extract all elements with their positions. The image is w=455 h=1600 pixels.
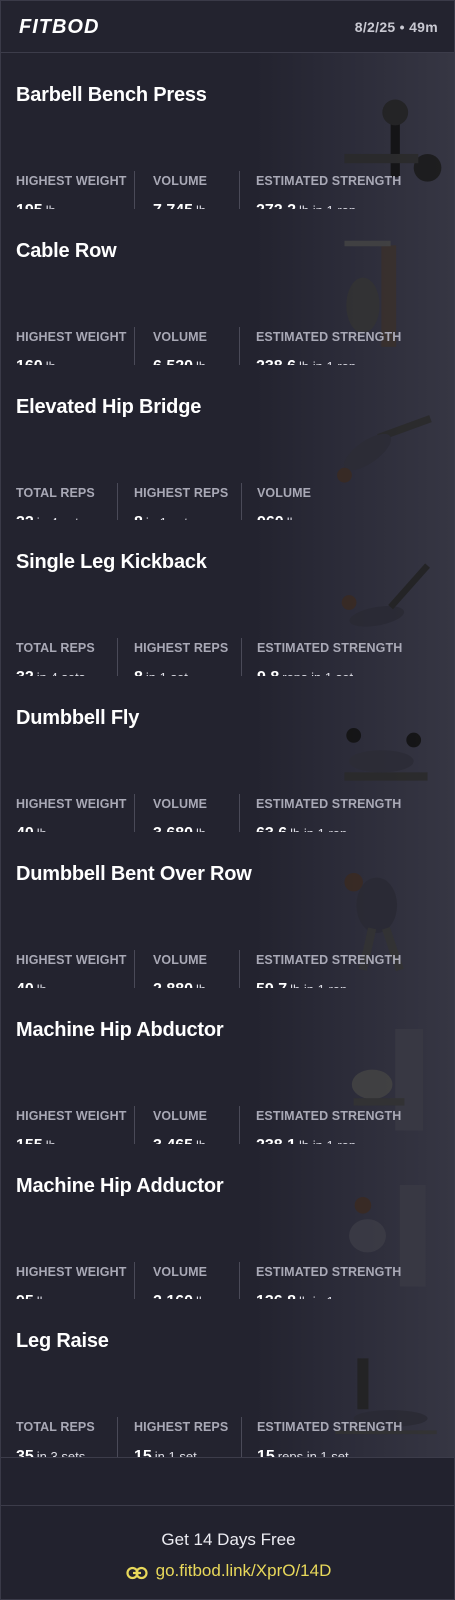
fitbod-logo: FITBOD [19, 16, 100, 38]
stat-label: ESTIMATED STRENGTH [256, 1108, 402, 1123]
stat-label: ESTIMATED STRENGTH [256, 329, 402, 344]
exercise-title: Machine Hip Adductor [16, 1174, 224, 1197]
stat-label: ESTIMATED STRENGTH [257, 641, 403, 656]
stat-label: HIGHEST WEIGHT [16, 1108, 127, 1123]
stat-unit: in 1 set [154, 1449, 197, 1459]
stat-value: 15 [134, 1448, 152, 1459]
stat-label: ESTIMATED STRENGTH [256, 174, 402, 188]
stat-label: VOLUME [257, 485, 312, 500]
exercise-title: Leg Raise [16, 1330, 109, 1353]
stat-divider [239, 326, 240, 367]
workout-date-duration: 8/2/25 • 49m [354, 19, 438, 35]
stat-divider [239, 794, 240, 835]
exercise-title: Elevated Hip Bridge [16, 395, 202, 418]
footer: Get 14 Days Free go.fitbod.link/XprO/14D [1, 1505, 454, 1599]
trial-link[interactable]: go.fitbod.link/XprO/14D [1, 1561, 454, 1581]
stat-divider [241, 1417, 242, 1458]
stat-label: VOLUME [153, 953, 208, 967]
exercise-card[interactable]: Machine Hip Adductor HIGHEST WEIGHT 95 lb VO… [1, 1143, 454, 1303]
stat-value-row: 35 in 3 sets [16, 1448, 86, 1459]
stat-label: VOLUME [153, 329, 208, 344]
stat-value-row: 15 in 1 set [134, 1448, 197, 1459]
exercise-title: Dumbbell Bent Over Row [16, 863, 252, 885]
stat-divider [134, 1105, 135, 1146]
exercise-card[interactable]: Single Leg Kickback TOTAL REPS 32 in 4 sets… [1, 520, 454, 680]
exercise-card[interactable]: Dumbbell Bent Over Row HIGHEST WEIGHT 40 lb… [1, 832, 454, 991]
exercise-title: Barbell Bench Press [16, 84, 207, 106]
stat-label: ESTIMATED STRENGTH [257, 1420, 403, 1435]
stat-label: HIGHEST WEIGHT [16, 1264, 127, 1279]
stat-divider [239, 1261, 240, 1302]
stat-value: 15 [257, 1448, 275, 1459]
workout-summary: FITBOD 8/2/25 • 49m Barbell Bench Press H… [0, 0, 455, 1600]
exercise-card[interactable]: Machine Hip Abductor HIGHEST WEIGHT 155 lb V… [1, 987, 454, 1147]
stat-label: ESTIMATED STRENGTH [256, 797, 402, 812]
stat-label: VOLUME [153, 174, 208, 188]
stat-divider [239, 950, 240, 990]
exercise-title: Cable Row [16, 239, 117, 262]
free-trial-text: Get 14 Days Free [161, 1530, 296, 1549]
stat-label: HIGHEST WEIGHT [16, 174, 127, 188]
stat-label: ESTIMATED STRENGTH [256, 1264, 402, 1279]
stat-unit: in 3 sets [36, 1449, 86, 1459]
stat-divider [134, 171, 135, 211]
stat-value-row: 15 reps in 1 set [257, 1448, 349, 1459]
stat-divider [117, 1417, 118, 1458]
stat-value: 35 [16, 1448, 34, 1459]
header: FITBOD 8/2/25 • 49m [1, 1, 454, 53]
stat-divider [117, 482, 118, 523]
stat-label: HIGHEST REPS [134, 485, 229, 500]
stat-label: TOTAL REPS [16, 485, 95, 500]
exercise-card[interactable]: Dumbbell Fly HIGHEST WEIGHT 40 lb VOLUME 3,68… [1, 676, 454, 836]
exercise-card[interactable]: Barbell Bench Press HIGHEST WEIGHT 195 lb VO… [1, 53, 454, 212]
stat-label: HIGHEST WEIGHT [16, 953, 127, 967]
exercise-title: Single Leg Kickback [16, 551, 207, 574]
exercise-card[interactable]: Leg Raise TOTAL REPS 35 in 3 sets HIGHEST RE… [1, 1299, 454, 1459]
stat-divider [241, 482, 242, 523]
stat-divider [134, 794, 135, 835]
link-icon [126, 1566, 148, 1580]
stat-label: TOTAL REPS [16, 1420, 95, 1435]
stat-label: VOLUME [153, 1108, 208, 1123]
hip-bridge-figure-icon [337, 414, 432, 483]
stat-divider [241, 638, 242, 679]
stat-label: HIGHEST REPS [134, 641, 229, 656]
stat-divider [239, 1105, 240, 1146]
stat-label: HIGHEST WEIGHT [16, 797, 127, 812]
exercise-card[interactable]: Cable Row HIGHEST WEIGHT 160 lb VOLUME 6,520 l… [1, 208, 454, 368]
stat-label: ESTIMATED STRENGTH [256, 953, 402, 967]
stat-label: HIGHEST REPS [134, 1420, 229, 1435]
stat-divider [117, 638, 118, 679]
stat-label: VOLUME [153, 1264, 208, 1279]
stat-label: HIGHEST WEIGHT [16, 329, 127, 344]
exercise-title: Machine Hip Abductor [16, 1018, 224, 1041]
stat-divider [239, 171, 240, 211]
stat-label: TOTAL REPS [16, 641, 95, 656]
stat-label: VOLUME [153, 797, 208, 812]
stat-divider [134, 326, 135, 367]
stat-unit: reps in 1 set [277, 1449, 349, 1459]
stat-divider [134, 1261, 135, 1302]
exercise-card[interactable]: Elevated Hip Bridge TOTAL REPS 32 in 4 sets… [1, 364, 454, 524]
exercise-title: Dumbbell Fly [16, 707, 140, 730]
stat-divider [134, 950, 135, 990]
trial-link-text: go.fitbod.link/XprO/14D [155, 1561, 332, 1580]
